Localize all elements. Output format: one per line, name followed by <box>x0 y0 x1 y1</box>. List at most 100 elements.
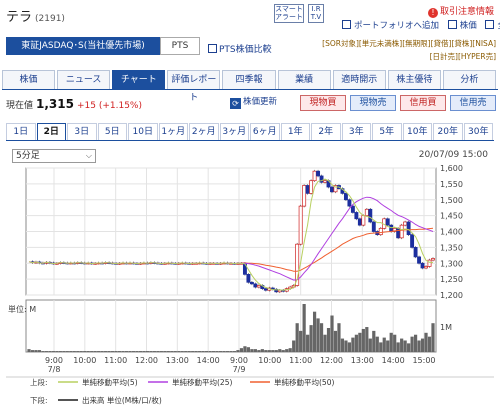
full-board-link[interactable]: 全板 <box>485 20 500 31</box>
period-tab-7[interactable]: 3ヶ月 <box>219 123 249 140</box>
candle-up <box>323 180 327 183</box>
tab-8[interactable]: 分析 <box>442 70 496 89</box>
tab-2[interactable]: チャート <box>112 70 166 89</box>
period-tab-2[interactable]: 3日 <box>67 123 97 140</box>
candle-down <box>263 288 268 291</box>
volume-bar <box>347 342 352 352</box>
volume-bar <box>121 351 125 352</box>
candle-down <box>343 193 348 201</box>
trade-alert-link[interactable]: ! 取引注意情報 <box>428 4 494 18</box>
volume-bar <box>211 351 216 352</box>
market-selector[interactable]: 東証JASDAQ･S(当社優先市場) <box>6 37 160 55</box>
volume-bar <box>365 327 369 352</box>
sell-spot-button[interactable]: 現物売 <box>350 95 396 111</box>
candle-down <box>420 262 425 269</box>
buy-margin-button[interactable]: 信用買 <box>400 95 446 111</box>
period-tab-1[interactable]: 2日 <box>36 123 66 140</box>
tab-6[interactable]: 適時開示 <box>332 70 386 89</box>
buy-spot-button[interactable]: 現物買 <box>300 95 346 111</box>
period-tab-8[interactable]: 6ヶ月 <box>250 123 280 140</box>
volume-bar <box>246 347 251 352</box>
volume-bar <box>58 351 62 352</box>
volume-bar <box>403 340 407 352</box>
volume-bar <box>215 351 219 352</box>
volume-bar <box>69 351 73 352</box>
volume-bar <box>271 350 275 352</box>
interval-select[interactable]: 5分足 ⌵ <box>12 149 96 163</box>
pts-tab[interactable]: PTS <box>160 37 200 55</box>
candle-up <box>403 221 408 226</box>
period-tab-4[interactable]: 10日 <box>128 123 158 140</box>
volume-bar <box>424 332 428 352</box>
period-tab-5[interactable]: 1ヶ月 <box>158 123 188 140</box>
candle-down <box>389 224 394 232</box>
period-tab-6[interactable]: 2ヶ月 <box>189 123 219 140</box>
volume-bar <box>267 350 271 352</box>
period-tab-11[interactable]: 3年 <box>341 123 371 140</box>
portfolio-add-link[interactable]: ポートフォリオへ追加 <box>342 20 442 31</box>
volume-bar <box>319 323 324 352</box>
volume-bar <box>163 351 167 352</box>
tags-line-2: [日計売][HYPER売] <box>429 52 496 61</box>
y-tick-label: 1,500 <box>440 196 463 205</box>
volume-bar <box>337 323 341 352</box>
y-tick-label: 1,350 <box>440 243 463 252</box>
candle-down <box>410 234 415 248</box>
volume-bar <box>145 351 150 352</box>
legend-upper-label: 上段: <box>30 377 48 387</box>
candle-down <box>354 212 359 220</box>
tab-7[interactable]: 株主優待 <box>387 70 441 89</box>
volume-bar <box>323 334 327 352</box>
tab-5[interactable]: 業績 <box>277 70 331 89</box>
period-tab-3[interactable]: 5日 <box>97 123 127 140</box>
tab-3[interactable]: 評価レポート <box>167 70 221 103</box>
volume-bar <box>386 340 390 352</box>
price-board-label: 株価 <box>459 21 477 31</box>
price-change: +15 (+1.15%) <box>76 101 142 111</box>
sell-margin-button[interactable]: 信用売 <box>450 95 496 111</box>
tab-0[interactable]: 株価 <box>2 70 56 89</box>
legend-lower-label: 下段: <box>30 395 48 405</box>
period-tab-10[interactable]: 2年 <box>311 123 341 140</box>
tab-1[interactable]: ニュース <box>57 70 111 89</box>
candle-down <box>396 227 401 239</box>
candle-down <box>253 283 258 288</box>
candle-up <box>431 258 435 261</box>
ir-tv-button[interactable]: I.R T.V <box>308 4 324 23</box>
price-board-link[interactable]: 株価 <box>447 20 480 31</box>
x-tick-label: 14:00 <box>382 356 405 365</box>
tab-4[interactable]: 四季報 <box>222 70 276 89</box>
volume-bar <box>375 336 379 352</box>
interval-value: 5分足 <box>16 151 40 161</box>
volume-bar <box>93 351 97 352</box>
volume-bar <box>351 337 355 352</box>
volume-bar <box>368 338 372 352</box>
volume-bar <box>194 351 198 352</box>
volume-bar <box>417 340 421 352</box>
smart-alert-button[interactable]: スマート アラート <box>274 4 304 23</box>
period-tab-14[interactable]: 20年 <box>433 123 463 140</box>
volume-bar <box>114 351 118 352</box>
x-tick-label: 13:00 <box>166 356 189 365</box>
period-tab-9[interactable]: 1年 <box>280 123 310 140</box>
period-tab-15[interactable]: 30年 <box>463 123 493 140</box>
update-price-button[interactable]: ⟳ 株価更新 <box>230 95 277 110</box>
update-label: 株価更新 <box>243 97 278 107</box>
volume-bar <box>201 351 205 352</box>
volume-bar <box>253 349 257 352</box>
pts-compare-link[interactable]: PTS株価比較 <box>208 42 272 55</box>
volume-bar <box>41 351 45 352</box>
volume-bar <box>79 351 83 352</box>
volume-bar <box>239 348 244 352</box>
volume-bar <box>72 351 76 352</box>
volume-bar <box>34 350 38 352</box>
volume-bar <box>187 351 191 352</box>
period-tab-13[interactable]: 10年 <box>402 123 432 140</box>
pts-compare-label: PTS株価比較 <box>219 45 272 55</box>
trade-tags: [SOR対象][単元未満株][無期限][貸借][貸株][NISA] [日計売][H… <box>306 37 496 63</box>
period-tab-12[interactable]: 5年 <box>372 123 402 140</box>
period-tab-0[interactable]: 1日 <box>6 123 36 140</box>
candle-down <box>305 185 310 194</box>
volume-bar <box>257 350 261 352</box>
price-chart[interactable]: 1,600 1,550 1,500 1,450 1,400 1,350 1,300 1,250… <box>0 162 500 412</box>
